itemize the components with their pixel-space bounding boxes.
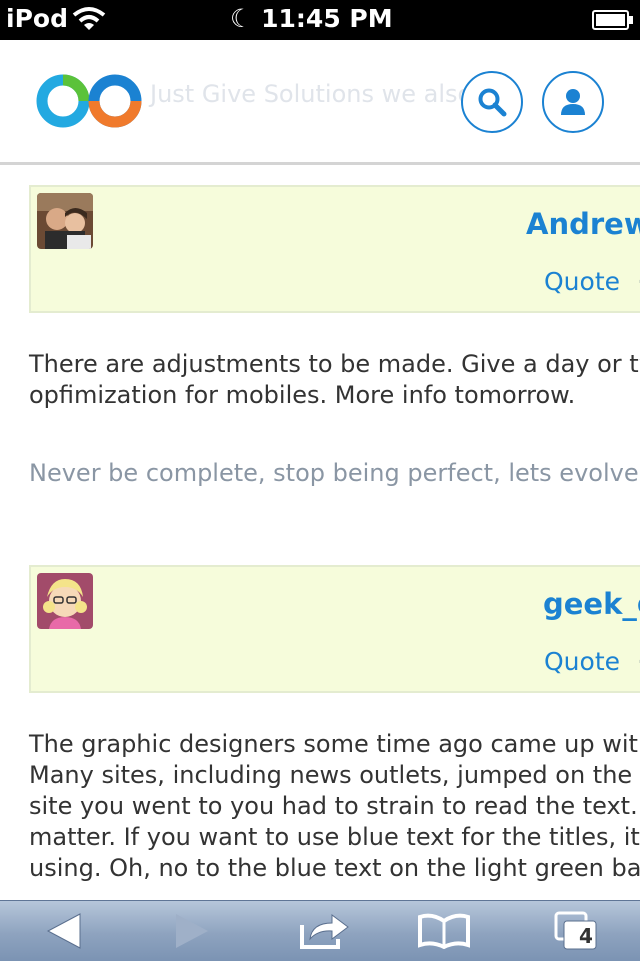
quote-button[interactable]: Quote xyxy=(544,647,620,676)
device-name: iPod xyxy=(6,4,68,33)
site-header: Just Give Solutions we also... w xyxy=(0,40,640,165)
share-button[interactable] xyxy=(294,911,354,951)
post-body-line: matter. If you want to use blue text for… xyxy=(29,823,640,851)
clock: ☾ 11:45 PM xyxy=(230,4,393,33)
search-button[interactable] xyxy=(461,71,523,133)
forum-thread: Andrew Quote · There are adjustments to … xyxy=(0,165,640,900)
forward-icon xyxy=(176,914,208,948)
back-button[interactable] xyxy=(34,911,94,951)
status-bar: iPod ☾ 11:45 PM xyxy=(0,0,640,40)
battery-icon xyxy=(592,9,634,35)
moon-icon: ☾ xyxy=(230,4,253,33)
clock-time: 11:45 PM xyxy=(261,4,393,33)
bookmarks-button[interactable] xyxy=(414,911,474,951)
post-body-line: There are adjustments to be made. Give a… xyxy=(29,350,640,378)
post-body-line: opfimization for mobiles. More info tomo… xyxy=(29,381,576,409)
tabs-button[interactable]: 4 xyxy=(546,911,606,951)
user-icon xyxy=(561,89,585,115)
quote-button[interactable]: Quote xyxy=(544,267,620,296)
search-icon xyxy=(478,88,507,117)
forward-button[interactable] xyxy=(162,911,222,951)
post-author[interactable]: geek_g xyxy=(543,587,640,621)
tabs-count: 4 xyxy=(579,924,593,948)
post-body-line: Many sites, including news outlets, jump… xyxy=(29,761,640,789)
wifi-icon xyxy=(72,6,106,36)
share-icon xyxy=(300,914,349,949)
user-button[interactable] xyxy=(542,71,604,133)
bookmarks-icon xyxy=(418,913,470,949)
logo-icon[interactable] xyxy=(36,70,144,136)
post-header: geek_g Quote · xyxy=(29,565,640,693)
post-body-line: site you went to you had to strain to re… xyxy=(29,792,640,820)
avatar[interactable] xyxy=(37,193,93,249)
avatar[interactable] xyxy=(37,573,93,629)
post-header: Andrew Quote · xyxy=(29,185,640,313)
post-body-line: The graphic designers some time ago came… xyxy=(29,730,640,758)
post-author[interactable]: Andrew xyxy=(526,207,640,241)
post-body: The graphic designers some time ago came… xyxy=(29,729,640,884)
post-signature: Never be complete, stop being perfect, l… xyxy=(29,459,640,487)
post-body: There are adjustments to be made. Give a… xyxy=(29,349,640,411)
post-body-line: using. Oh, no to the blue text on the li… xyxy=(29,854,640,882)
browser-toolbar: 4 xyxy=(0,900,640,961)
back-icon xyxy=(46,913,81,949)
